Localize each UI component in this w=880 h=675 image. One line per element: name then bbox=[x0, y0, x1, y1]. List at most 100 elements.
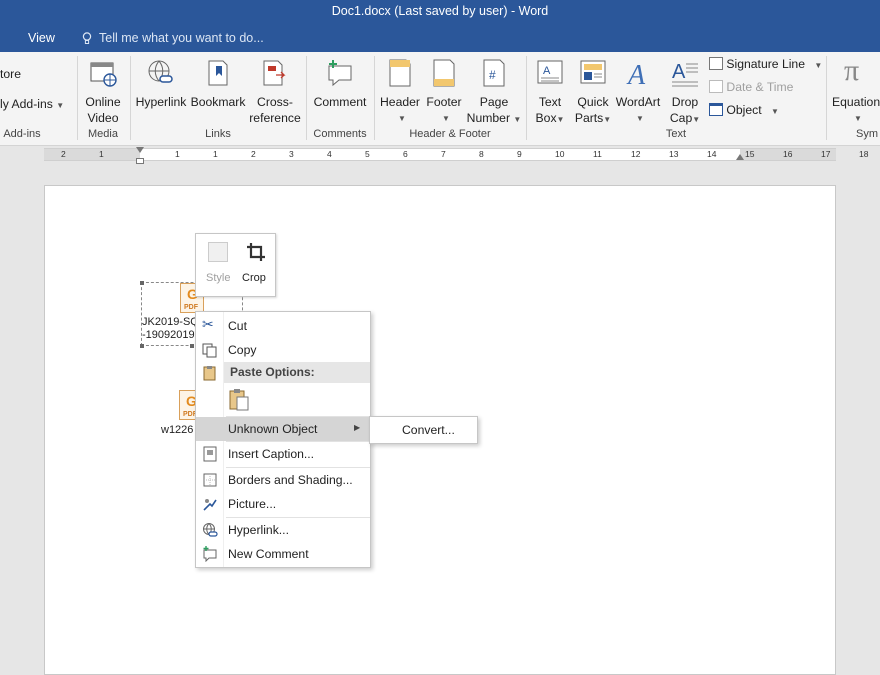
menu-item-picture[interactable]: Picture... bbox=[196, 492, 370, 516]
signature-line-label: Signature Line bbox=[726, 57, 805, 71]
group-label-text: Text bbox=[665, 128, 687, 140]
menu-item-borders-shading[interactable]: Borders and Shading... bbox=[196, 468, 370, 492]
ribbon: tore ly Add-ins ▼ Add-ins Online Video M… bbox=[0, 52, 880, 146]
equation-label: Equation bbox=[832, 95, 880, 109]
ruler-tick-label: 1 bbox=[99, 149, 104, 159]
object-button[interactable]: Object ▼ bbox=[709, 103, 779, 117]
group-separator bbox=[306, 56, 307, 140]
menu-item-copy-label: Copy bbox=[228, 343, 257, 357]
context-menu: ✂ Cut Copy Paste Options: Unknown Object… bbox=[195, 311, 371, 568]
comment-label: Comment bbox=[313, 95, 367, 109]
object-filename-line-1: JK2019-SQ bbox=[142, 316, 199, 328]
my-addins-button[interactable]: ly Add-ins ▼ bbox=[0, 97, 64, 111]
calendar-icon bbox=[709, 80, 723, 93]
footer-button[interactable]: Footer ▼ bbox=[422, 56, 466, 126]
header-icon bbox=[389, 59, 411, 87]
ruler-tick-label: 6 bbox=[403, 149, 408, 159]
style-label: Style bbox=[206, 272, 231, 284]
first-line-indent-marker[interactable] bbox=[136, 147, 144, 155]
ruler-tick-label: 2 bbox=[251, 149, 256, 159]
page-number-icon: # bbox=[483, 59, 505, 87]
comment-button[interactable]: Comment bbox=[310, 56, 370, 126]
header-button[interactable]: Header ▼ bbox=[378, 56, 422, 126]
cross-reference-label-1: Cross- bbox=[257, 95, 293, 109]
resize-handle[interactable] bbox=[140, 281, 144, 285]
object-label: Object bbox=[726, 103, 762, 117]
chevron-down-icon: ▼ bbox=[603, 115, 612, 124]
menu-item-copy[interactable]: Copy bbox=[196, 338, 370, 362]
mini-toolbar: Style Crop bbox=[195, 233, 276, 297]
ruler-tick-label: 13 bbox=[669, 149, 679, 159]
wordart-button[interactable]: A WordArt ▼ bbox=[614, 56, 662, 126]
page-number-button[interactable]: # Page Number ▼ bbox=[466, 56, 522, 126]
cross-reference-button[interactable]: Cross- reference bbox=[248, 56, 302, 126]
right-indent-marker[interactable] bbox=[736, 154, 744, 160]
menu-item-convert[interactable]: Convert... bbox=[370, 417, 477, 443]
online-video-label-1: Online bbox=[85, 95, 121, 109]
group-label-symbols: Sym bbox=[856, 128, 878, 140]
date-time-label: Date & Time bbox=[726, 80, 794, 94]
menu-item-new-comment-label: New Comment bbox=[228, 547, 309, 561]
chevron-down-icon: ▼ bbox=[854, 114, 862, 123]
drop-cap-label-2-text: Cap bbox=[669, 111, 693, 125]
ruler-tick-label: 18 bbox=[859, 149, 869, 159]
page-number-label-1: Page bbox=[479, 95, 509, 109]
borders-icon bbox=[203, 473, 217, 487]
cross-reference-label-2: reference bbox=[249, 111, 301, 125]
object-filename: w1226 bbox=[161, 424, 194, 436]
ruler-tick-label: 2 bbox=[61, 149, 66, 159]
menu-item-picture-label: Picture... bbox=[228, 497, 277, 511]
store-button[interactable]: tore bbox=[0, 67, 21, 81]
menu-item-hyperlink[interactable]: Hyperlink... bbox=[196, 518, 370, 542]
bookmark-icon bbox=[208, 60, 228, 86]
online-video-button[interactable]: Online Video bbox=[81, 56, 125, 126]
drop-cap-button[interactable]: A Drop Cap▼ bbox=[664, 56, 706, 126]
page-number-label-2-text: Number bbox=[466, 111, 511, 125]
tell-me-text: Tell me what you want to do... bbox=[99, 31, 264, 45]
date-time-button[interactable]: Date & Time bbox=[709, 80, 793, 94]
header-label: Header bbox=[380, 95, 420, 109]
crop-button[interactable]: Crop bbox=[238, 240, 272, 292]
signature-line-icon bbox=[709, 57, 723, 70]
chevron-down-icon: ▼ bbox=[442, 114, 450, 123]
pdf-badge: PDF bbox=[184, 304, 198, 311]
group-separator bbox=[826, 56, 827, 140]
bookmark-button[interactable]: Bookmark bbox=[190, 56, 246, 126]
menu-item-new-comment[interactable]: New Comment bbox=[196, 542, 370, 566]
quick-parts-label-1: Quick bbox=[577, 95, 609, 109]
object-icon bbox=[709, 103, 723, 116]
resize-handle[interactable] bbox=[190, 344, 194, 348]
title-bar: Doc1.docx (Last saved by user) - Word bbox=[0, 0, 880, 26]
style-button[interactable]: Style bbox=[202, 240, 234, 292]
ruler-tick-label: 10 bbox=[555, 149, 565, 159]
menu-item-unknown-object[interactable]: Unknown Object ▶ bbox=[196, 417, 370, 441]
hyperlink-icon bbox=[148, 60, 173, 83]
wordart-label: WordArt bbox=[615, 95, 661, 109]
text-box-button[interactable]: A Text Box▼ bbox=[530, 56, 570, 126]
hyperlink-button[interactable]: Hyperlink bbox=[134, 56, 188, 126]
chevron-down-icon: ▼ bbox=[814, 61, 823, 70]
resize-handle[interactable] bbox=[140, 344, 144, 348]
menu-item-cut[interactable]: ✂ Cut bbox=[196, 314, 370, 338]
signature-line-button[interactable]: Signature Line ▼ bbox=[709, 57, 822, 71]
ruler-tick-label: 1 bbox=[175, 149, 180, 159]
equation-button[interactable]: π Equation ▼ bbox=[832, 54, 880, 126]
menu-item-insert-caption[interactable]: Insert Caption... bbox=[196, 442, 370, 466]
horizontal-ruler[interactable]: 2 1 1 1 2 3 4 5 6 7 8 9 10 11 12 13 14 15 16 17 18 bbox=[44, 147, 868, 164]
group-separator bbox=[374, 56, 375, 140]
hyperlink-icon bbox=[203, 523, 218, 537]
paste-keep-source-icon[interactable] bbox=[228, 388, 250, 412]
wordart-icon: A bbox=[626, 60, 646, 88]
ruler-left-margin bbox=[44, 149, 140, 160]
ruler-tick-label: 7 bbox=[441, 149, 446, 159]
ruler-tick-label: 9 bbox=[517, 149, 522, 159]
tell-me-search[interactable]: Tell me what you want to do... bbox=[82, 31, 264, 45]
tab-view[interactable]: View bbox=[28, 31, 55, 45]
chevron-down-icon: ▼ bbox=[513, 115, 522, 124]
svg-text:A: A bbox=[672, 61, 686, 83]
left-indent-marker[interactable] bbox=[136, 158, 144, 164]
quick-parts-button[interactable]: Quick Parts▼ bbox=[572, 56, 614, 126]
ruler-tick-label: 8 bbox=[479, 149, 484, 159]
ruler-tick-label: 5 bbox=[365, 149, 370, 159]
svg-text:#: # bbox=[489, 68, 496, 82]
